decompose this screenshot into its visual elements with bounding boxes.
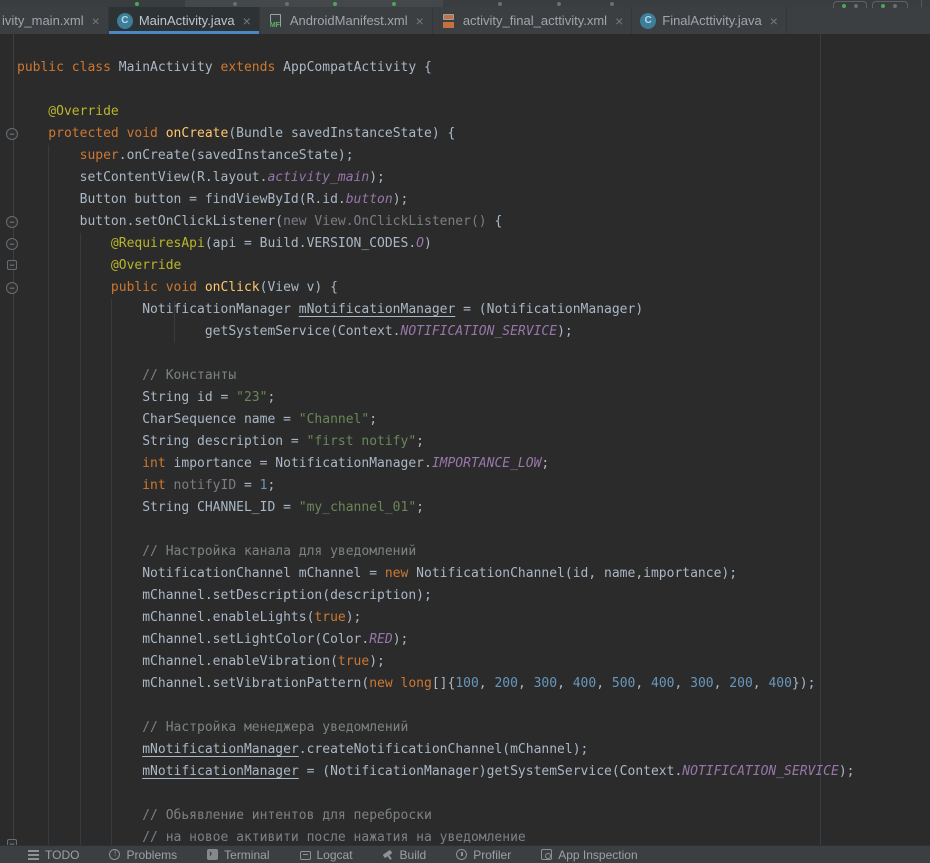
code-line[interactable] — [17, 343, 930, 365]
fold-icon[interactable]: − — [6, 216, 18, 228]
code-line[interactable]: String CHANNEL_ID = "my_channel_01"; — [17, 497, 930, 519]
code-line[interactable]: // Настройка канала для уведомлений — [17, 541, 930, 563]
code-line[interactable]: @RequiresApi(api = Build.VERSION_CODES.O… — [17, 233, 930, 255]
fold-icon[interactable]: − — [6, 128, 18, 140]
code-line[interactable]: CharSequence name = "Channel"; — [17, 409, 930, 431]
run-status-dot — [135, 2, 139, 6]
toolbar-button-fragment — [872, 1, 908, 8]
device-status-dot — [842, 4, 846, 8]
tab-close-icon[interactable]: × — [416, 14, 424, 28]
code-line[interactable]: @Override — [17, 101, 930, 123]
code-line[interactable]: NotificationManager mNotificationManager… — [17, 299, 930, 321]
code-line[interactable] — [17, 783, 930, 805]
layout-xml-icon — [441, 13, 457, 29]
java-class-icon: C — [640, 13, 656, 29]
code-line[interactable] — [17, 79, 930, 101]
code-line[interactable]: Button button = findViewById(R.id.button… — [17, 189, 930, 211]
toolbar-separator — [921, 0, 922, 7]
code-editor[interactable]: public class MainActivity extends AppCom… — [0, 34, 930, 855]
toolbar-dot — [610, 2, 614, 6]
java-class-icon: C — [117, 13, 133, 29]
tab-label: activity_final_acttivity.xml — [463, 13, 607, 28]
code-line[interactable]: NotificationChannel mChannel = new Notif… — [17, 563, 930, 585]
toolbar-dot — [893, 4, 897, 8]
logcat-icon — [300, 851, 311, 860]
code-line[interactable]: button.setOnClickListener(new View.OnCli… — [17, 211, 930, 233]
code-line[interactable]: int importance = NotificationManager.IMP… — [17, 453, 930, 475]
device-status-dot — [881, 4, 885, 8]
code-line[interactable]: getSystemService(Context.NOTIFICATION_SE… — [17, 321, 930, 343]
toolbar-dot — [285, 2, 289, 6]
code-line[interactable] — [17, 695, 930, 717]
code-line[interactable]: int notifyID = 1; — [17, 475, 930, 497]
code-line[interactable]: String description = "first notify"; — [17, 431, 930, 453]
tab-label: AndroidManifest.xml — [290, 13, 408, 28]
code-line[interactable]: public void onClick(View v) { — [17, 277, 930, 299]
code-line[interactable]: mChannel.enableVibration(true); — [17, 651, 930, 673]
code-area[interactable]: public class MainActivity extends AppCom… — [0, 34, 930, 855]
code-line[interactable]: super.onCreate(savedInstanceState); — [17, 145, 930, 167]
tab-close-icon[interactable]: × — [770, 14, 778, 28]
run-config-button-fragment — [185, 0, 443, 7]
code-line[interactable]: mNotificationManager.createNotificationC… — [17, 739, 930, 761]
code-line[interactable]: String id = "23"; — [17, 387, 930, 409]
toolbar-dot — [498, 2, 502, 6]
code-line[interactable]: public class MainActivity extends AppCom… — [17, 57, 930, 79]
tab-label: FinalActtivity.java — [662, 13, 761, 28]
code-line[interactable]: // Настройка менеджера уведомлений — [17, 717, 930, 739]
run-status-dot — [392, 2, 396, 6]
code-line[interactable]: setContentView(R.layout.activity_main); — [17, 167, 930, 189]
toolbar-dot — [854, 4, 858, 8]
toolbar-strip — [0, 0, 930, 7]
fold-icon[interactable]: − — [6, 238, 18, 250]
toolbar-dot — [557, 2, 561, 6]
editor-tab-bar: ivity_main.xml × C MainActivity.java × MF Andr… — [0, 7, 930, 34]
tab-close-icon[interactable]: × — [92, 14, 100, 28]
manifest-icon: MF — [268, 13, 284, 29]
toolbar-dot — [233, 2, 237, 6]
code-line[interactable]: protected void onCreate(Bundle savedInst… — [17, 123, 930, 145]
toolbar-button-fragment — [833, 1, 867, 8]
tab-close-icon[interactable]: × — [243, 14, 251, 28]
code-line[interactable]: mNotificationManager = (NotificationMana… — [17, 761, 930, 783]
editor-tab[interactable]: C MainActivity.java × — [109, 7, 260, 34]
code-line[interactable]: // Константы — [17, 365, 930, 387]
fold-icon[interactable]: − — [7, 260, 17, 270]
code-line[interactable]: @Override — [17, 255, 930, 277]
tool-window-bar: TODOProblemsTerminalLogcatBuildProfilerA… — [0, 845, 930, 863]
editor-tab[interactable]: C FinalActtivity.java × — [632, 7, 787, 34]
code-line[interactable]: mChannel.enableLights(true); — [17, 607, 930, 629]
code-line[interactable]: mChannel.setDescription(description); — [17, 585, 930, 607]
tab-label: MainActivity.java — [139, 13, 235, 28]
run-status-dot — [333, 2, 337, 6]
editor-tab[interactable]: ivity_main.xml × — [0, 7, 109, 34]
code-line[interactable]: // Обьявление интентов для переброски — [17, 805, 930, 827]
code-line[interactable]: mChannel.setVibrationPattern(new long[]{… — [17, 673, 930, 695]
todo-icon — [28, 850, 39, 860]
tab-close-icon[interactable]: × — [615, 14, 623, 28]
code-line[interactable] — [17, 519, 930, 541]
editor-tab[interactable]: MF AndroidManifest.xml × — [260, 7, 433, 34]
fold-icon[interactable]: − — [6, 282, 18, 294]
code-line[interactable]: mChannel.setLightColor(Color.RED); — [17, 629, 930, 651]
tab-label: ivity_main.xml — [2, 13, 84, 28]
editor-tab[interactable]: activity_final_acttivity.xml × — [433, 7, 632, 34]
